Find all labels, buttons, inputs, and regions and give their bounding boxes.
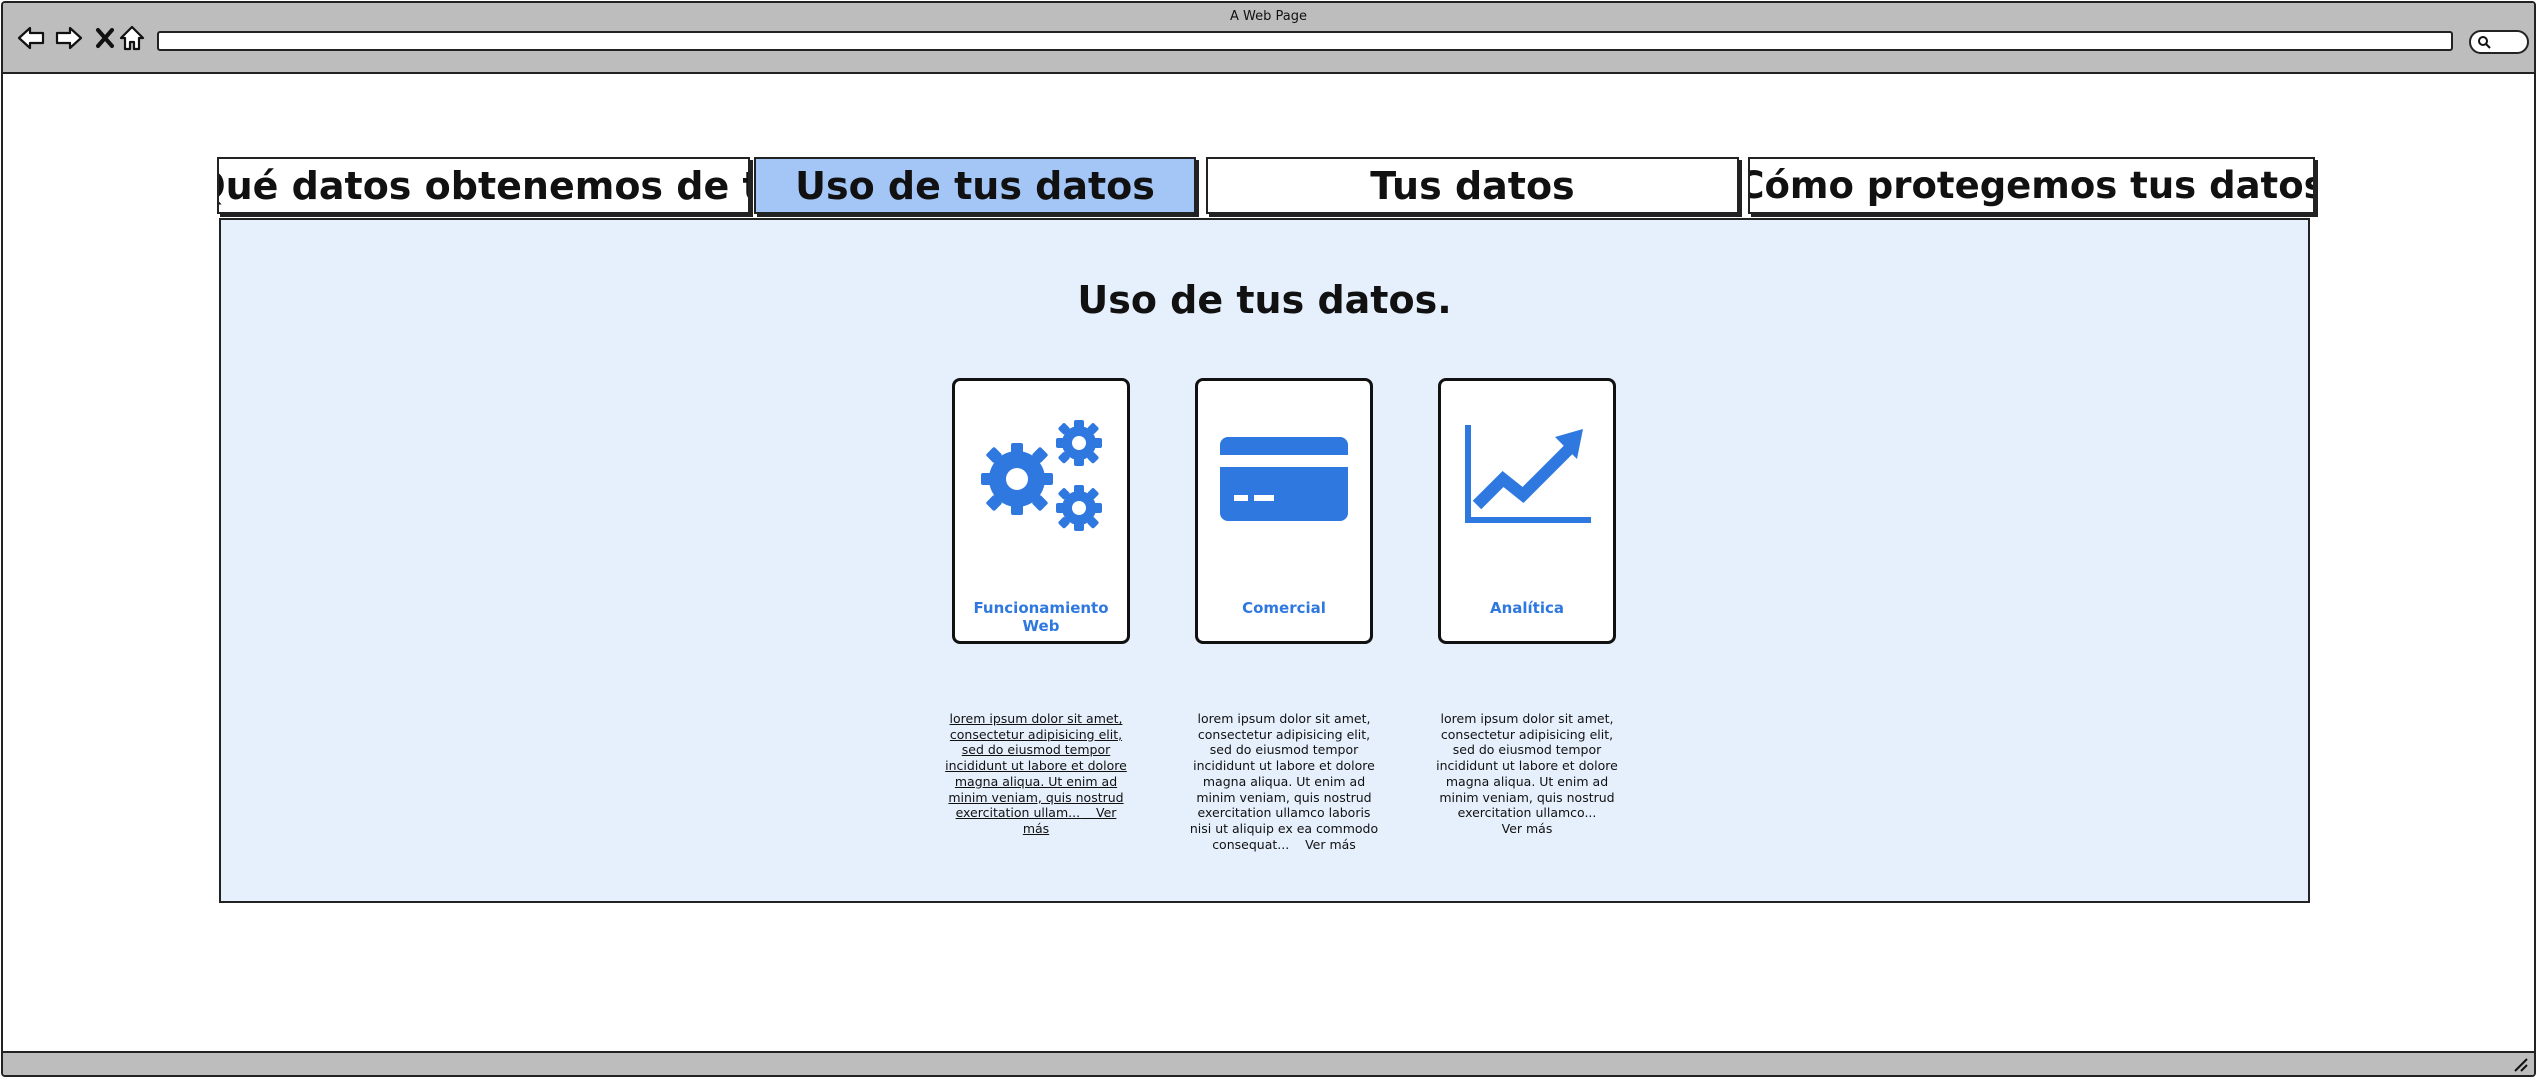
ver-mas-link[interactable]: Ver más bbox=[1502, 821, 1553, 836]
ver-mas-link[interactable]: Ver más bbox=[1305, 837, 1356, 852]
trending-up-chart-icon bbox=[1465, 425, 1591, 523]
credit-card-icon bbox=[1220, 437, 1348, 521]
card-label: Comercial bbox=[1242, 599, 1326, 617]
home-icon[interactable] bbox=[116, 21, 148, 55]
forward-arrow-icon[interactable] bbox=[53, 21, 85, 55]
search-icon bbox=[2478, 36, 2491, 49]
card-description: lorem ipsum dolor sit amet, consectetur … bbox=[941, 711, 1131, 837]
card-analitica[interactable]: Analítica bbox=[1438, 378, 1616, 644]
browser-toolbar: A Web Page bbox=[3, 3, 2534, 74]
back-arrow-icon[interactable] bbox=[15, 21, 47, 55]
tab-tus-datos[interactable]: Tus datos bbox=[1206, 157, 1739, 214]
gears-icon bbox=[981, 420, 1102, 531]
resize-grip-icon[interactable] bbox=[2512, 1056, 2528, 1072]
status-bar bbox=[3, 1051, 2534, 1075]
card-description: lorem ipsum dolor sit amet, consectetur … bbox=[1189, 711, 1379, 852]
tab-que-datos-obtenemos[interactable]: Qué datos obtenemos de ti bbox=[217, 157, 750, 214]
card-comercial[interactable]: Comercial bbox=[1195, 378, 1373, 644]
address-bar[interactable] bbox=[157, 31, 2453, 51]
description-text: lorem ipsum dolor sit amet, consectetur … bbox=[1189, 711, 1379, 852]
tab-uso-de-tus-datos[interactable]: Uso de tus datos bbox=[754, 157, 1196, 214]
card-funcionamiento-web[interactable]: Funcionamiento Web bbox=[952, 378, 1130, 644]
card-description: lorem ipsum dolor sit amet, consectetur … bbox=[1432, 711, 1622, 837]
card-label: Analítica bbox=[1489, 599, 1565, 617]
browser-window: A Web Page Qué datos obtenemos de ti Uso… bbox=[1, 1, 2536, 1077]
window-title: A Web Page bbox=[1230, 9, 1307, 24]
description-text: lorem ipsum dolor sit amet, consectetur … bbox=[1436, 711, 1618, 821]
tab-como-protegemos[interactable]: ¿Cómo protegemos tus datos? bbox=[1748, 157, 2315, 214]
tab-content-panel: Uso de tus datos. Funcionamiento Web Com… bbox=[219, 218, 2310, 903]
description-text: lorem ipsum dolor sit amet, consectetur … bbox=[945, 711, 1127, 821]
panel-title: Uso de tus datos. bbox=[1077, 278, 1452, 322]
card-label: Funcionamiento Web bbox=[973, 599, 1109, 635]
browser-search-button[interactable] bbox=[2469, 30, 2529, 54]
